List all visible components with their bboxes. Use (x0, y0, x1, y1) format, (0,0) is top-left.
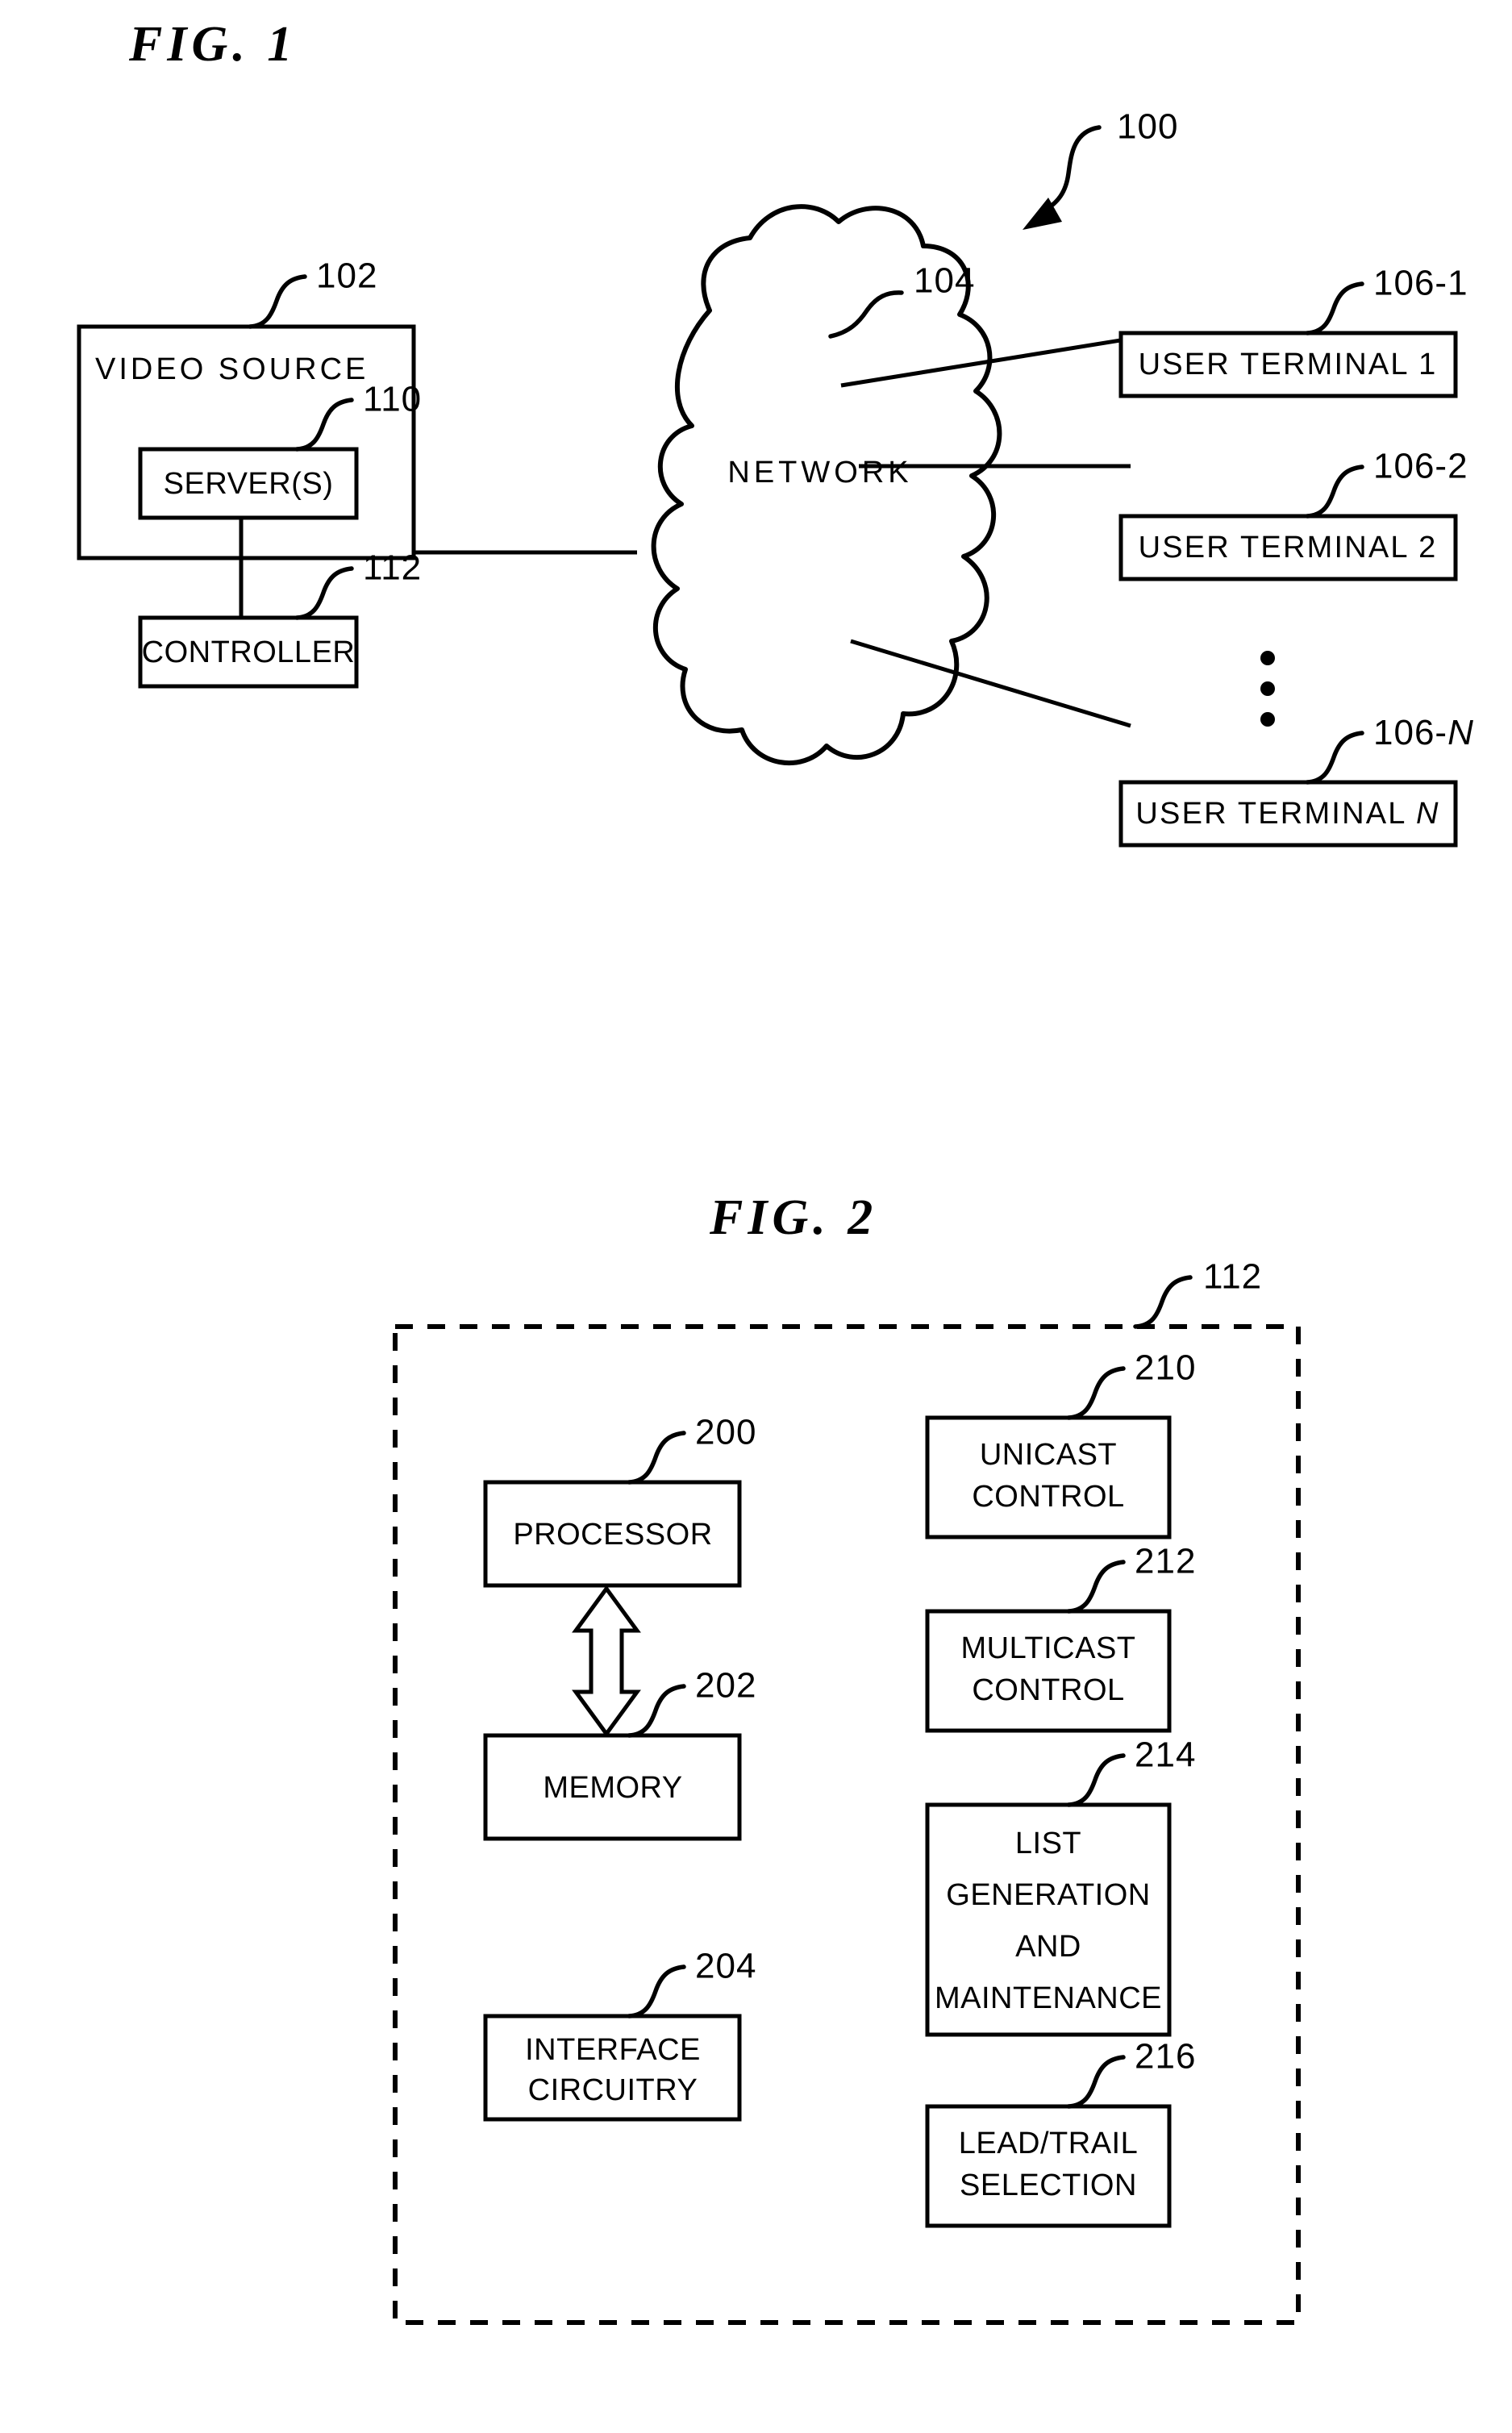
controller-label: CONTROLLER (142, 635, 356, 669)
lead-trail-selection-label-line-1: LEAD/TRAIL (959, 2127, 1139, 2160)
user-terminal-2-label: USER TERMINAL 2 (1139, 531, 1438, 565)
ref-200-callout: 200 (627, 1413, 756, 1485)
ref-112-fig2: 112 (1203, 1257, 1262, 1297)
unicast-control-block[interactable]: UNICAST CONTROL (925, 1415, 1172, 1539)
memory-label: MEMORY (543, 1771, 682, 1805)
figure-1-group: FIG. 1 100 VIDEO SOURCE 102 SERVER(S) 11… (77, 17, 1474, 848)
terminal-ellipsis (1260, 651, 1275, 727)
ref-212-callout: 212 (1066, 1542, 1196, 1614)
ref-106-1: 106-1 (1373, 264, 1468, 303)
user-terminal-2-block[interactable]: USER TERMINAL 2 (1118, 514, 1458, 581)
unicast-control-box[interactable] (925, 1415, 1172, 1539)
video-source-block[interactable]: VIDEO SOURCE (77, 324, 416, 560)
ref-204-callout: 204 (627, 1947, 756, 2018)
ref-202: 202 (695, 1666, 756, 1706)
user-terminal-1-block[interactable]: USER TERMINAL 1 (1118, 331, 1458, 398)
ref-112-fig1: 112 (363, 548, 422, 588)
ref-204: 204 (695, 1947, 756, 1986)
network-label: NETWORK (727, 456, 912, 490)
unicast-control-label-line-1: UNICAST (980, 1438, 1117, 1472)
processor-memory-arrow (572, 1585, 641, 1738)
ref-112-fig2-callout: 112 (1133, 1257, 1262, 1329)
list-generation-label-line-2: GENERATION (946, 1878, 1150, 1912)
interface-circuitry-block[interactable]: INTERFACE CIRCUITRY (483, 2014, 742, 2122)
ref-216-callout: 216 (1066, 2037, 1196, 2109)
figure-2-caption: FIG. 2 (709, 1190, 877, 1245)
multicast-control-label-line-2: CONTROL (972, 1673, 1124, 1707)
ref-202-callout: 202 (627, 1666, 756, 1738)
server-label: SERVER(S) (164, 467, 334, 501)
ref-200: 200 (695, 1413, 756, 1452)
ref-102: 102 (316, 256, 377, 296)
ref-216: 216 (1135, 2037, 1196, 2077)
user-terminal-1-label: USER TERMINAL 1 (1139, 348, 1438, 381)
ref-214-callout: 214 (1066, 1735, 1196, 1807)
figure-1-caption: FIG. 1 (128, 17, 297, 72)
ref-106-n: 106-N (1373, 713, 1474, 752)
user-terminal-n-label: USER TERMINAL N (1135, 797, 1439, 831)
multicast-control-label-line-1: MULTICAST (960, 1631, 1135, 1665)
figure-2-group: FIG. 2 112 PROCESSOR 200 MEMORY 202 INTE… (393, 1190, 1301, 2325)
ref-100: 100 (1117, 107, 1178, 147)
lead-trail-selection-label-line-2: SELECTION (960, 2168, 1137, 2202)
lead-trail-selection-block[interactable]: LEAD/TRAIL SELECTION (925, 2104, 1172, 2228)
interface-circuitry-label-line-2: CIRCUITRY (528, 2073, 698, 2107)
interface-circuitry-label-line-1: INTERFACE (525, 2033, 701, 2067)
video-source-label: VIDEO SOURCE (95, 352, 369, 386)
ref-106-2: 106-2 (1373, 447, 1468, 486)
server-block[interactable]: SERVER(S) (138, 447, 359, 520)
multicast-control-box[interactable] (925, 1609, 1172, 1733)
ref-210: 210 (1135, 1348, 1196, 1388)
list-generation-label-line-4: MAINTENANCE (935, 1981, 1162, 2015)
ref-214: 214 (1135, 1735, 1196, 1775)
ref-212: 212 (1135, 1542, 1196, 1581)
user-terminal-n-block[interactable]: USER TERMINAL N (1118, 780, 1458, 848)
ref-106-n-callout: 106-N (1305, 713, 1474, 785)
ref-106-1-callout: 106-1 (1305, 264, 1468, 335)
ref-104: 104 (914, 261, 975, 301)
system-100-callout: 100 (1023, 107, 1178, 230)
memory-block[interactable]: MEMORY (483, 1733, 742, 1841)
ref-106-2-callout: 106-2 (1305, 447, 1468, 519)
processor-block[interactable]: PROCESSOR (483, 1480, 742, 1588)
ref-110: 110 (363, 380, 422, 419)
controller-block[interactable]: CONTROLLER (138, 615, 359, 689)
lead-trail-selection-box[interactable] (925, 2104, 1172, 2228)
ref-102-callout: 102 (248, 256, 377, 329)
multicast-control-block[interactable]: MULTICAST CONTROL (925, 1609, 1172, 1733)
list-generation-label-line-3: AND (1015, 1930, 1081, 1964)
processor-label: PROCESSOR (513, 1518, 712, 1552)
list-generation-block[interactable]: LIST GENERATION AND MAINTENANCE (925, 1802, 1172, 2037)
patent-drawing-sheet: FIG. 1 100 VIDEO SOURCE 102 SERVER(S) 11… (0, 0, 1512, 2433)
ref-210-callout: 210 (1066, 1348, 1196, 1420)
unicast-control-label-line-2: CONTROL (972, 1480, 1124, 1514)
list-generation-label-line-1: LIST (1015, 1827, 1081, 1860)
